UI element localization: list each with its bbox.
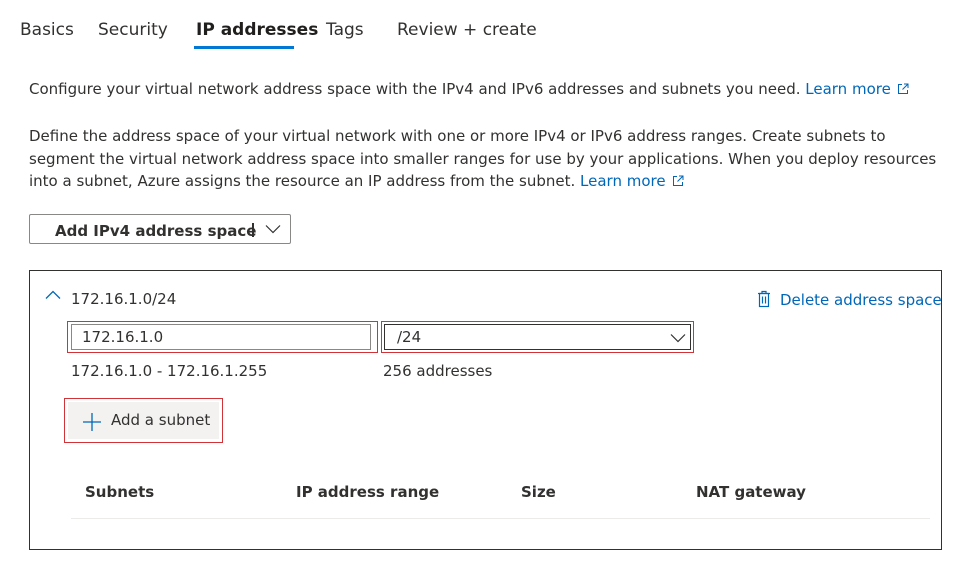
address-input[interactable] [71,324,371,350]
address-space-title: 172.16.1.0/24 [71,290,177,308]
address-range-text: 172.16.1.0 - 172.16.1.255 [71,362,268,380]
add-subnet-label: Add a subnet [111,411,211,429]
tab-tags[interactable]: Tags [326,20,364,40]
external-link-icon [897,83,909,94]
tab-ip-addresses[interactable]: IP addresses [196,20,318,40]
tab-basics[interactable]: Basics [20,20,74,40]
description-learn-more-label: Learn more [580,172,666,190]
prefix-select-value: /24 [397,328,422,346]
external-link-icon [672,175,684,186]
description-text-block: Define the address space of your virtual… [29,125,944,193]
chevron-down-icon [670,334,686,343]
column-header-ip-address-range: IP address range [296,483,440,501]
trash-icon [758,290,770,308]
chevron-up-icon[interactable] [45,290,61,300]
plus-icon [83,413,101,431]
active-tab-indicator [194,46,294,49]
intro-learn-more-label: Learn more [805,80,891,98]
prefix-select[interactable]: /24 [381,321,694,353]
address-count-text: 256 addresses [383,362,493,380]
split-button-divider [252,223,254,237]
tab-bar: Basics Security IP addresses Tags Review… [0,0,960,60]
add-ipv4-address-space-label: Add IPv4 address space [55,222,257,240]
tab-review-create[interactable]: Review + create [397,20,537,40]
add-subnet-button[interactable]: Add a subnet [68,402,219,439]
description-text: Define the address space of your virtual… [29,127,937,190]
intro-learn-more-link[interactable]: Learn more [805,80,909,98]
add-subnet-highlight: Add a subnet [64,398,223,443]
intro-text-block: Configure your virtual network address s… [29,78,939,101]
add-ipv4-address-space-button[interactable]: Add IPv4 address space [29,214,291,244]
tab-security[interactable]: Security [98,20,168,40]
delete-address-space-label: Delete address space [780,291,942,309]
column-header-size: Size [521,483,556,501]
chevron-down-icon[interactable] [265,224,281,234]
table-header-divider [71,518,930,519]
column-header-nat-gateway: NAT gateway [696,483,806,501]
prefix-select-field: /24 [384,324,691,350]
address-input-error-outline [67,321,378,353]
description-learn-more-link[interactable]: Learn more [580,172,684,190]
column-header-subnets: Subnets [85,483,155,501]
intro-text: Configure your virtual network address s… [29,80,801,98]
